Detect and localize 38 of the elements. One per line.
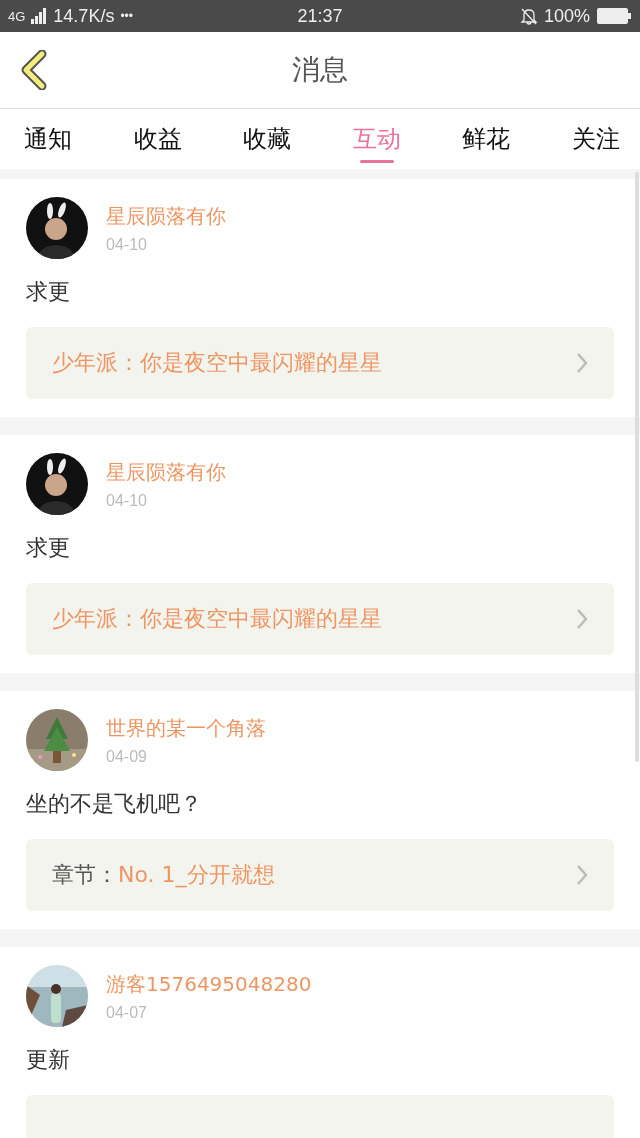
tab[interactable]: 收藏 — [243, 109, 292, 169]
message-date: 04-07 — [106, 1003, 148, 1022]
user-name[interactable]: 世界的某一个角落 — [106, 714, 266, 742]
tab[interactable]: 关注 — [571, 109, 620, 169]
clock: 21:37 — [297, 5, 343, 27]
tab[interactable]: 收益 — [133, 109, 182, 169]
chevron-right-icon — [576, 608, 588, 630]
message-date: 04-09 — [106, 747, 148, 766]
battery-percent: 100% — [543, 5, 590, 27]
user-name[interactable]: 星辰陨落有你 — [106, 458, 226, 486]
message-date: 04-10 — [106, 491, 148, 510]
chevron-right-icon — [576, 352, 588, 374]
work-title: 少年派：你是夜空中最闪耀的星星 — [52, 605, 382, 633]
message-text: 求更 — [26, 534, 71, 562]
tab[interactable]: 互动 — [352, 109, 401, 169]
user-name[interactable]: 星辰陨落有你 — [106, 202, 226, 230]
work-title: 少年派：你是夜空中最闪耀的星星 — [52, 349, 382, 377]
chevron-left-icon — [20, 50, 48, 90]
message-date: 04-10 — [106, 235, 148, 254]
message-text: 求更 — [26, 278, 71, 306]
chevron-right-icon — [576, 864, 588, 886]
tab[interactable]: 鲜花 — [462, 109, 511, 169]
battery-icon — [596, 7, 632, 25]
more-indicator: ••• — [120, 9, 133, 23]
message-text: 坐的不是飞机吧？ — [26, 790, 203, 818]
chapter-title: No. 1_分开就想 — [118, 861, 275, 890]
tab[interactable]: 通知 — [24, 109, 72, 169]
bell-off-icon — [519, 7, 538, 25]
work-link[interactable]: 少年派：你是夜空中最闪耀的星星 — [26, 583, 614, 655]
user-name[interactable]: 游客1576495048280 — [106, 970, 312, 998]
page-title: 消息 — [292, 52, 348, 88]
network-label: 4G — [8, 8, 26, 24]
chapter-label: 章节： — [52, 861, 118, 889]
message-text: 更新 — [26, 1046, 71, 1074]
work-link[interactable]: 少年派：你是夜空中最闪耀的星星 — [26, 327, 614, 399]
chapter-link[interactable]: 章节：No. 1_分开就想 — [26, 839, 614, 911]
network-speed: 14.7K/s — [53, 5, 115, 27]
signal-icon — [31, 8, 48, 24]
